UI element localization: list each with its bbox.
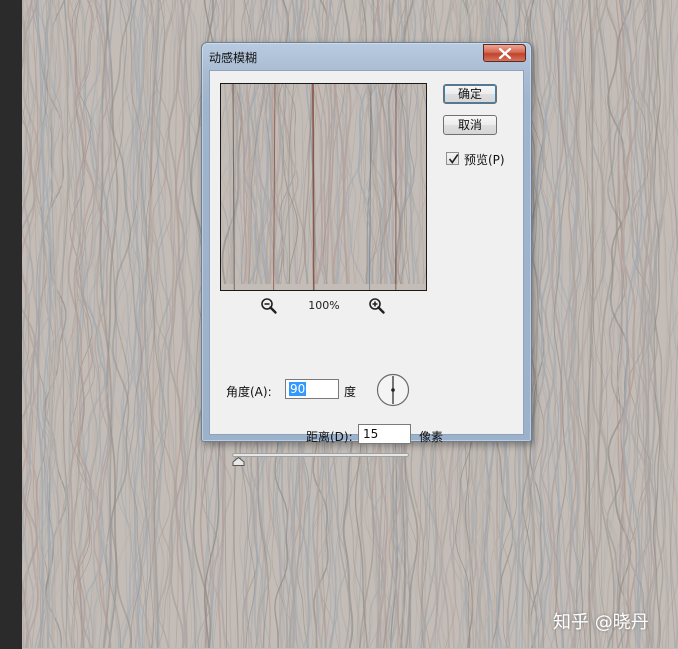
dialog-titlebar[interactable]: 动感模糊 bbox=[202, 43, 531, 69]
distance-slider-track[interactable] bbox=[232, 453, 409, 457]
checkbox-box[interactable] bbox=[446, 152, 459, 165]
preview-image bbox=[221, 84, 426, 290]
close-x-icon bbox=[498, 48, 512, 59]
distance-input[interactable]: 15 bbox=[358, 424, 411, 444]
ok-button[interactable]: 确定 bbox=[443, 84, 497, 104]
preview-window[interactable] bbox=[220, 83, 427, 291]
preview-label: 预览(P) bbox=[464, 153, 505, 167]
zoom-level: 100% bbox=[308, 299, 340, 312]
distance-slider-thumb[interactable] bbox=[232, 457, 245, 466]
angle-value-selected: 90 bbox=[289, 382, 307, 396]
cancel-button[interactable]: 取消 bbox=[443, 115, 497, 135]
distance-label: 距离(D): bbox=[306, 430, 353, 444]
photoshop-workspace: 动感模糊 100% 确定 取消 预览(P) 角度(A): 90 度 距离(D):… bbox=[0, 0, 678, 649]
watermark-text: 知乎 @晓丹 bbox=[553, 612, 649, 633]
angle-input[interactable]: 90 bbox=[285, 379, 339, 399]
angle-unit: 度 bbox=[344, 385, 357, 399]
zoom-in-icon[interactable] bbox=[368, 297, 386, 315]
angle-label: 角度(A): bbox=[226, 385, 272, 399]
angle-dial[interactable] bbox=[376, 373, 410, 407]
motion-blur-dialog: 动感模糊 100% 确定 取消 预览(P) 角度(A): 90 度 距离(D):… bbox=[201, 42, 532, 466]
distance-unit: 像素 bbox=[419, 430, 444, 444]
close-button[interactable] bbox=[483, 44, 526, 62]
left-panel-edge bbox=[0, 0, 22, 649]
checkmark-icon bbox=[448, 154, 459, 164]
dialog-title: 动感模糊 bbox=[209, 51, 258, 65]
dialog-body: 100% 确定 取消 预览(P) 角度(A): 90 度 距离(D): 15 像… bbox=[209, 70, 524, 466]
zoom-controls: 100% bbox=[220, 297, 427, 317]
zoom-out-icon[interactable] bbox=[260, 297, 278, 315]
